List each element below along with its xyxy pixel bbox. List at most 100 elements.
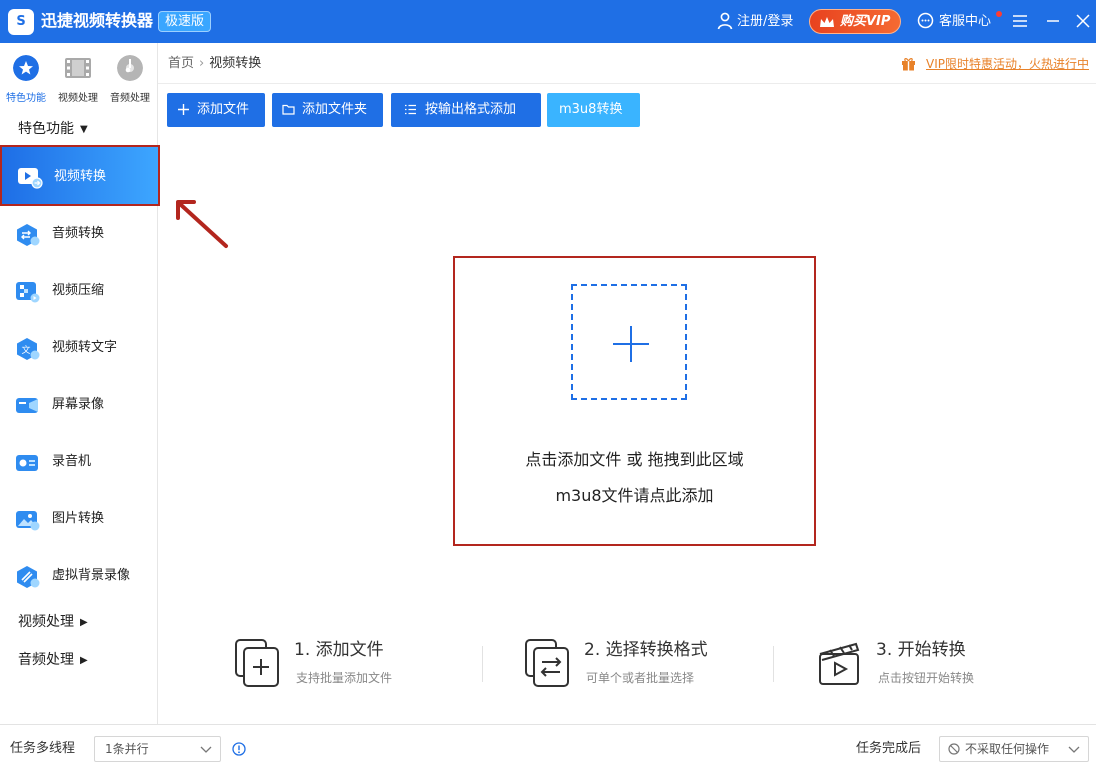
video-to-text-icon: 文 xyxy=(17,338,40,360)
film-icon xyxy=(65,58,91,78)
info-icon[interactable] xyxy=(232,742,246,756)
section-audio-processing-label: 音频处理 xyxy=(18,652,74,668)
header-divider xyxy=(158,83,1096,84)
m3u8-convert-button[interactable]: m3u8转换 xyxy=(547,93,640,127)
add-by-format-label: 按输出格式添加 xyxy=(425,102,517,117)
forbidden-icon xyxy=(948,743,960,755)
sidebar-item-label: 图片转换 xyxy=(52,511,105,526)
user-icon[interactable] xyxy=(717,12,733,30)
gift-icon xyxy=(902,58,915,71)
title-bar: S 迅捷视频转换器 极速版 注册/登录 购买VIP 客服中心 xyxy=(0,0,1096,43)
video-compress-icon xyxy=(16,282,40,303)
choose-format-step-icon xyxy=(525,639,569,687)
sidebar-item-label: 录音机 xyxy=(52,454,92,469)
section-featured-label: 特色功能 xyxy=(18,121,74,137)
drop-hint: 点击添加文件 或 拖拽到此区域 xyxy=(525,450,744,469)
customer-service-link[interactable]: 客服中心 xyxy=(939,13,991,31)
threads-label: 任务多线程 xyxy=(10,741,76,756)
buy-vip-button[interactable]: 购买VIP xyxy=(809,9,901,34)
app-title: 迅捷视频转换器 xyxy=(41,11,154,30)
sidebar-item-video-convert[interactable]: 视频转换 xyxy=(0,145,160,206)
recorder-icon xyxy=(16,455,38,471)
step-title: 2. 选择转换格式 xyxy=(584,640,708,660)
step-divider xyxy=(773,646,774,682)
add-file-step-icon xyxy=(235,639,279,687)
sidebar-item-label: 虚拟背景录像 xyxy=(52,568,131,583)
tab-video-processing[interactable]: 视频处理 xyxy=(52,53,104,105)
clapperboard-icon xyxy=(819,642,860,685)
file-drop-zone[interactable]: 点击添加文件 或 拖拽到此区域 m3u8文件请点此添加 xyxy=(453,256,816,546)
folder-icon xyxy=(282,104,295,115)
sidebar-item-screen-record[interactable]: 屏幕录像 xyxy=(0,377,158,434)
crown-icon xyxy=(820,17,834,27)
step-title: 3. 开始转换 xyxy=(876,640,966,660)
add-file-button[interactable]: 添加文件 xyxy=(167,93,265,127)
vip-promo-link[interactable]: VIP限时特惠活动，火热进行中 xyxy=(926,55,1089,73)
add-folder-button[interactable]: 添加文件夹 xyxy=(272,93,383,127)
breadcrumb-home[interactable]: 首页 xyxy=(168,56,194,71)
sidebar-item-label: 视频压缩 xyxy=(52,283,105,298)
tab-audio-processing-label: 音频处理 xyxy=(110,93,150,104)
chevron-down-icon xyxy=(200,746,212,753)
breadcrumb-separator: › xyxy=(199,56,205,71)
status-bar: 任务多线程 1条并行 任务完成后 不采取任何操作 xyxy=(0,724,1096,771)
breadcrumb: 首页 › 视频转换 xyxy=(168,54,261,74)
plus-icon xyxy=(178,104,189,115)
section-video-processing-label: 视频处理 xyxy=(18,614,74,630)
add-by-format-button[interactable]: 按输出格式添加 xyxy=(391,93,541,127)
chevron-down-icon xyxy=(1068,746,1080,753)
step-desc: 可单个或者批量选择 xyxy=(586,671,695,685)
edition-badge: 极速版 xyxy=(158,11,212,32)
sidebar-item-recorder[interactable]: 录音机 xyxy=(0,434,158,491)
notification-dot xyxy=(996,11,1002,17)
section-featured[interactable]: 特色功能 ▼ xyxy=(18,119,88,140)
tab-featured-label: 特色功能 xyxy=(6,93,46,104)
list-icon xyxy=(405,104,416,115)
chat-icon[interactable] xyxy=(917,12,934,29)
svg-text:文: 文 xyxy=(22,344,31,356)
step-desc: 点击按钮开始转换 xyxy=(878,671,975,685)
tab-audio-processing[interactable]: 音频处理 xyxy=(104,53,156,105)
sidebar-item-label: 视频转换 xyxy=(54,169,107,184)
menu-icon[interactable] xyxy=(1011,12,1029,30)
login-link[interactable]: 注册/登录 xyxy=(737,13,793,31)
image-convert-icon xyxy=(16,511,40,531)
add-file-target[interactable] xyxy=(571,284,687,400)
minimize-icon[interactable] xyxy=(1044,12,1062,30)
add-folder-label: 添加文件夹 xyxy=(302,102,368,117)
sidebar-item-label: 音频转换 xyxy=(52,226,105,241)
breadcrumb-current: 视频转换 xyxy=(209,56,262,71)
sidebar-item-image-convert[interactable]: 图片转换 xyxy=(0,491,158,548)
after-complete-select[interactable]: 不采取任何操作 xyxy=(939,736,1089,762)
sidebar-item-video-to-text[interactable]: 文 视频转文字 xyxy=(0,320,158,377)
after-complete-value: 不采取任何操作 xyxy=(965,742,1050,756)
caret-right-icon: ▶ xyxy=(80,655,88,666)
add-plus-icon xyxy=(613,326,649,362)
annotation-arrow-icon xyxy=(176,200,228,248)
video-convert-icon xyxy=(18,168,43,189)
sidebar-item-virtual-background[interactable]: 虚拟背景录像 xyxy=(0,548,158,605)
app-logo-icon: S xyxy=(8,9,34,35)
after-complete-label: 任务完成后 xyxy=(856,741,922,756)
m3u8-add-link[interactable]: m3u8文件请点此添加 xyxy=(455,484,814,508)
sidebar-item-audio-convert[interactable]: 音频转换 xyxy=(0,206,158,263)
step-start-convert: 3. 开始转换 点击按钮开始转换 xyxy=(816,636,1016,692)
step-add-file: 1. 添加文件 支持批量添加文件 xyxy=(234,636,434,692)
screen-record-icon xyxy=(16,398,38,413)
sidebar-item-label: 屏幕录像 xyxy=(52,397,105,412)
step-divider xyxy=(482,646,483,682)
star-icon xyxy=(13,55,39,81)
step-title: 1. 添加文件 xyxy=(294,640,384,660)
m3u8-convert-label: m3u8转换 xyxy=(559,102,623,117)
audio-convert-icon xyxy=(17,224,40,246)
sidebar-item-video-compress[interactable]: 视频压缩 xyxy=(0,263,158,320)
tab-video-processing-label: 视频处理 xyxy=(58,93,98,104)
section-audio-processing[interactable]: 音频处理 ▶ xyxy=(18,650,88,671)
virtual-background-icon xyxy=(17,566,40,588)
section-video-processing[interactable]: 视频处理 ▶ xyxy=(18,612,88,633)
threads-select-value: 1条并行 xyxy=(105,742,149,756)
tab-featured[interactable]: 特色功能 xyxy=(0,53,52,105)
caret-down-icon: ▼ xyxy=(80,124,88,135)
threads-select[interactable]: 1条并行 xyxy=(94,736,221,762)
close-icon[interactable] xyxy=(1074,12,1092,30)
